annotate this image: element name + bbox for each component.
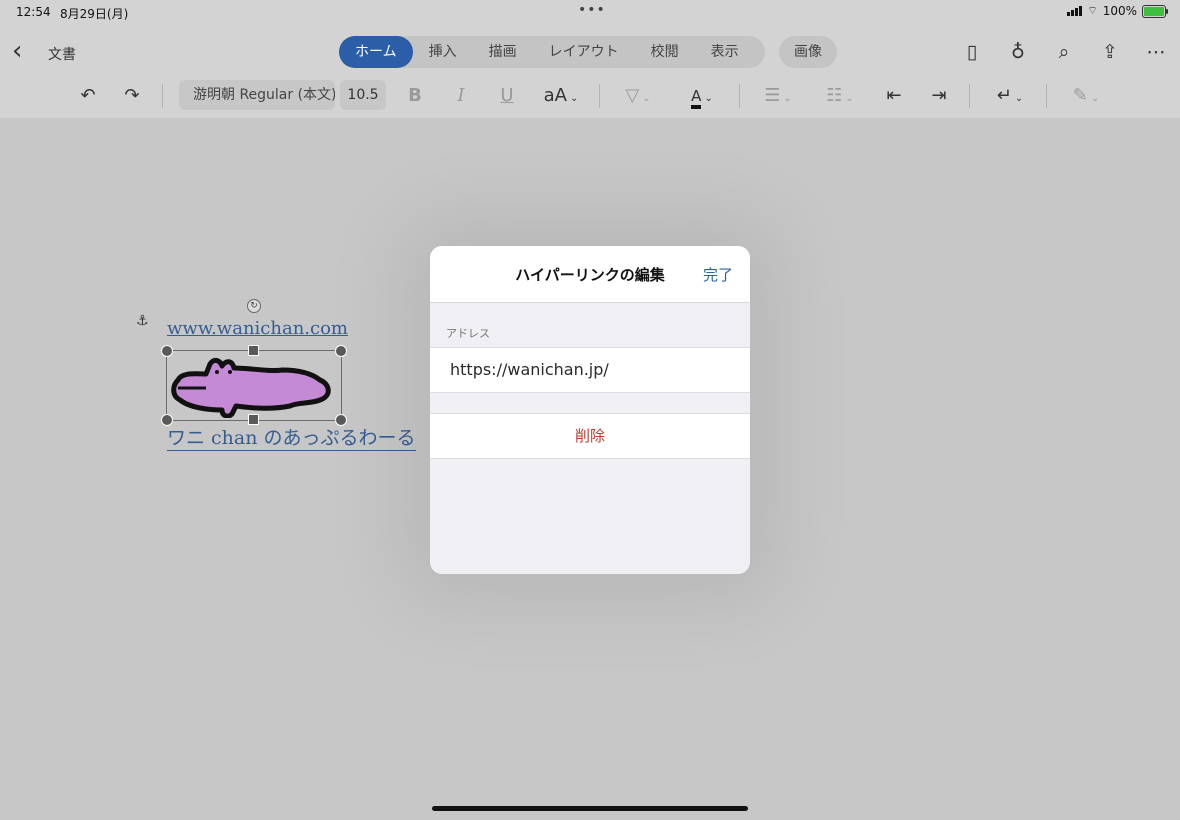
address-field[interactable]: https://wanichan.jp/ (450, 348, 730, 392)
increase-indent-icon[interactable]: ⇥ (925, 80, 953, 112)
delete-link-button[interactable]: 削除 (430, 413, 750, 459)
tab-review[interactable]: 校閲 (635, 36, 695, 68)
text-size-label: aA (543, 85, 567, 106)
underline-button[interactable]: U (495, 80, 519, 112)
resize-handle[interactable] (335, 345, 347, 357)
redo-icon[interactable]: ↷ (118, 80, 146, 112)
tab-draw[interactable]: 描画 (473, 36, 533, 68)
highlighter-icon: ▽ (625, 85, 640, 106)
text-size-button[interactable]: aA ⌄ (540, 80, 582, 112)
divider (739, 84, 740, 108)
signal-icon (1067, 6, 1083, 16)
font-color-button[interactable]: A ⌄ (680, 80, 724, 112)
nav-icons: ▯ ♁ ⌕ ⇪ ⋯ (960, 38, 1168, 66)
styles-button[interactable]: ✎ ⌄ (1064, 80, 1108, 112)
paragraph-button[interactable]: ↵ ⌄ (988, 80, 1032, 112)
chevron-down-icon: ⌄ (783, 93, 792, 104)
font-size-field[interactable]: 10.5 (340, 80, 386, 110)
numbering-button[interactable]: ☷ ⌄ (818, 80, 862, 112)
top-chrome: 12:54 8月29日(月) ••• ⌔ 100% ‹ 文書 ホーム 挿入 描画… (0, 0, 1180, 118)
resize-handle[interactable] (161, 345, 173, 357)
status-right: ⌔ 100% (1067, 4, 1168, 18)
resize-handle[interactable] (248, 345, 259, 356)
home-indicator[interactable] (432, 806, 748, 811)
tab-picture[interactable]: 画像 (779, 36, 837, 68)
hyperlink-url-text[interactable]: www.wanichan.com (167, 318, 348, 339)
ribbon-tabs: ホーム 挿入 描画 レイアウト 校閲 表示 (339, 36, 765, 68)
lightbulb-icon[interactable]: ♁ (1006, 38, 1030, 66)
share-icon[interactable]: ⇪ (1098, 38, 1122, 66)
more-icon[interactable]: ⋯ (1144, 38, 1168, 66)
font-color-icon: A (691, 87, 702, 109)
rotate-handle-icon[interactable]: ↻ (247, 299, 261, 313)
bold-button[interactable]: B (403, 80, 427, 112)
divider (1046, 84, 1047, 108)
chevron-left-icon[interactable]: ‹ (12, 36, 22, 66)
undo-icon[interactable]: ↶ (74, 80, 102, 112)
bullet-list-icon: ☰ (764, 85, 781, 106)
crocodile-image[interactable] (170, 352, 336, 418)
chevron-down-icon: ⌄ (569, 93, 579, 104)
chevron-down-icon: ⌄ (1090, 93, 1100, 104)
edit-hyperlink-dialog: ハイパーリンクの編集 完了 アドレス https://wanichan.jp/ … (430, 246, 750, 574)
highlight-button[interactable]: ▽ ⌄ (616, 80, 660, 112)
address-label: アドレス (446, 327, 490, 340)
paragraph-icon: ↵ (996, 85, 1012, 106)
anchor-icon[interactable]: ⚓ (136, 313, 149, 329)
chevron-down-icon: ⌄ (704, 93, 713, 104)
status-bar: 12:54 8月29日(月) ••• ⌔ 100% (0, 0, 1180, 24)
battery-icon (1142, 4, 1168, 18)
tab-view[interactable]: 表示 (695, 36, 755, 68)
bullets-button[interactable]: ☰ ⌄ (756, 80, 800, 112)
font-name-field[interactable]: 游明朝 Regular (本文) (179, 80, 335, 110)
battery-percent: 100% (1102, 4, 1137, 18)
chevron-down-icon: ⌄ (845, 93, 854, 104)
tab-insert[interactable]: 挿入 (413, 36, 473, 68)
phone-icon[interactable]: ▯ (960, 38, 984, 66)
format-toolbar: ↶ ↷ 游明朝 Regular (本文) 10.5 B I U aA ⌄ ▽ ⌄ A… (0, 78, 1180, 114)
address-row: https://wanichan.jp/ (430, 347, 750, 393)
divider (599, 84, 600, 108)
wifi-icon: ⌔ (1087, 4, 1098, 17)
italic-button[interactable]: I (449, 80, 473, 112)
dialog-header: ハイパーリンクの編集 完了 (430, 246, 750, 303)
divider (162, 84, 163, 108)
search-icon[interactable]: ⌕ (1052, 38, 1076, 66)
styles-icon: ✎ (1072, 85, 1088, 106)
chevron-down-icon: ⌄ (1014, 93, 1024, 104)
nav-row: ‹ 文書 ホーム 挿入 描画 レイアウト 校閲 表示 画像 ▯ ♁ ⌕ ⇪ ⋯ (0, 34, 1180, 70)
multitask-dots-icon[interactable]: ••• (578, 2, 606, 18)
status-date: 8月29日(月) (60, 7, 129, 21)
decrease-indent-icon[interactable]: ⇤ (880, 80, 908, 112)
tab-home[interactable]: ホーム (339, 36, 413, 68)
tab-layout[interactable]: レイアウト (533, 36, 635, 68)
done-button[interactable]: 完了 (703, 264, 733, 285)
document-title[interactable]: 文書 (48, 44, 76, 64)
numbered-list-icon: ☷ (826, 85, 843, 106)
status-time: 12:54 (16, 5, 51, 19)
hyperlink-title-text[interactable]: ワニ chan のあっぷるわーる (167, 423, 416, 451)
divider (969, 84, 970, 108)
chevron-down-icon: ⌄ (642, 93, 651, 104)
